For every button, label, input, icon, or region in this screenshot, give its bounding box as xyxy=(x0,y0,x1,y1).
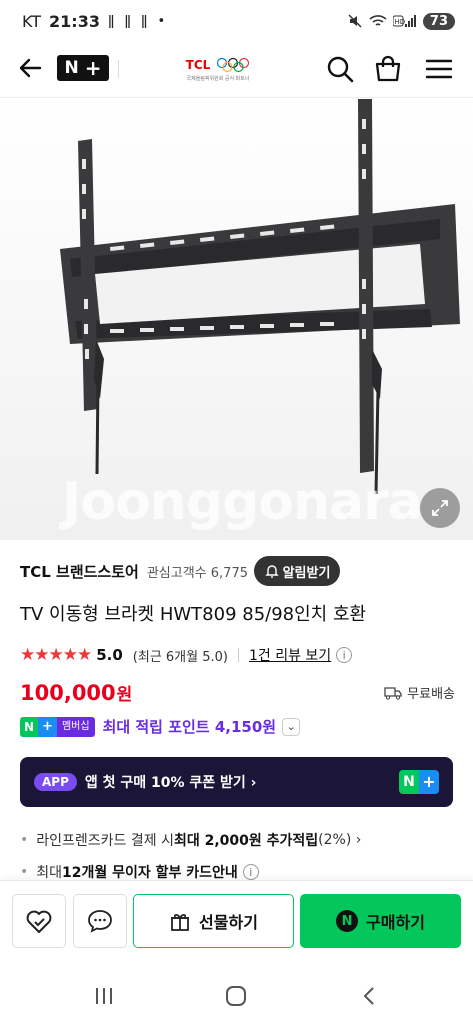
shopping-bag-icon[interactable] xyxy=(373,54,403,84)
naver-plus-app-logo: N + xyxy=(399,770,439,794)
membership-badge-plus: + xyxy=(38,716,57,737)
notify-button[interactable]: 알림받기 xyxy=(254,556,340,586)
rating-divider xyxy=(237,648,239,662)
mute-icon xyxy=(348,14,362,28)
back-arrow-icon[interactable] xyxy=(16,54,44,82)
chat-bubble-icon xyxy=(88,910,112,933)
followers-label: 관심고객수 6,775 xyxy=(147,562,248,581)
store-row: TCL 브랜드스토어 관심고객수 6,775 알림받기 xyxy=(20,556,460,586)
naver-plus-logo[interactable]: N + xyxy=(57,55,109,81)
price-currency: 원 xyxy=(116,685,133,705)
recent-apps-button[interactable] xyxy=(90,982,118,1010)
info-icon[interactable]: i xyxy=(336,647,353,663)
clock: 21:33 xyxy=(49,11,100,31)
watermark-text: Joonggonara xyxy=(62,472,423,532)
app-pill: APP xyxy=(34,773,77,791)
card-benefit-bold: 최대 2,000원 추가적립 xyxy=(173,833,319,849)
followers-count: 6,775 xyxy=(210,565,248,581)
installment-bold: 12개월 무이자 할부 카드안내 xyxy=(62,865,238,881)
brand-logo-text: TCL xyxy=(185,57,211,72)
system-nav-bar xyxy=(0,962,473,1024)
hamburger-menu-icon[interactable] xyxy=(424,54,454,84)
tcl-brand-logo[interactable]: TCL 국제올림픽위원회 공식 파트너 xyxy=(178,52,258,86)
gift-button[interactable]: 선물하기 xyxy=(133,894,294,948)
home-icon xyxy=(226,986,246,1006)
app-logo-n: N xyxy=(399,770,419,794)
card-benefit-pre: 라인프렌즈카드 결제 시 xyxy=(36,833,174,849)
recent-rating: (최근 6개월 5.0) xyxy=(132,649,228,665)
rating-row: ★★★★★ 5.0 (최근 6개월 5.0) 1건 리뷰 보기 i xyxy=(20,645,460,665)
star-rating-icons: ★★★★★ xyxy=(20,645,92,665)
product-title: TV 이동형 브라켓 HWT809 85/98인치 호환 xyxy=(20,604,367,625)
installment-benefit-item[interactable]: 최대 12개월 무이자 할부 카드안내 i xyxy=(20,862,460,882)
back-chevron-icon xyxy=(363,987,374,1005)
notify-button-label: 알림받기 xyxy=(282,565,331,581)
back-button[interactable] xyxy=(355,982,383,1010)
bell-plus-icon xyxy=(264,565,279,578)
shipping-info: 무료배송 xyxy=(384,683,455,702)
store-name-link[interactable]: TCL 브랜드스토어 xyxy=(20,561,139,582)
recent-apps-icon xyxy=(96,988,112,1004)
price-row: 100,000 원 무료배송 xyxy=(20,680,455,706)
battery-indicator: 73 xyxy=(422,12,455,30)
buy-button[interactable]: N 구매하기 xyxy=(300,894,461,948)
chevron-down-icon[interactable]: ⌄ xyxy=(282,717,301,736)
carrier-label: KT xyxy=(22,11,42,31)
svg-text:HD: HD xyxy=(394,18,405,26)
app-logo-plus: + xyxy=(419,770,439,794)
membership-badge: N + 멤버십 xyxy=(20,716,95,737)
truck-icon xyxy=(384,686,402,700)
nplus-plus: + xyxy=(84,56,102,80)
notification-icons: ǁ ǁ ǁ • xyxy=(107,13,169,29)
bottom-action-bar: 선물하기 N 구매하기 xyxy=(0,880,473,962)
gift-icon xyxy=(171,913,190,931)
gift-button-label: 선물하기 xyxy=(199,913,258,932)
buy-button-label: 구매하기 xyxy=(366,913,425,932)
shipping-label: 무료배송 xyxy=(407,687,455,702)
header-divider xyxy=(118,60,119,78)
rating-score: 5.0 xyxy=(96,646,123,664)
app-coupon-banner[interactable]: APP 앱 첫 구매 10% 쿠폰 받기 › N + xyxy=(20,757,453,807)
olympic-rings-icon xyxy=(217,57,250,72)
app-coupon-text: 앱 첫 구매 10% 쿠폰 받기 › xyxy=(84,775,257,791)
card-benefit-post: (2%) › xyxy=(318,832,362,848)
price-value: 100,000 xyxy=(20,680,116,705)
review-link[interactable]: 1건 리뷰 보기 xyxy=(249,645,331,665)
followers-text: 관심고객수 xyxy=(146,565,207,581)
installment-info-icon[interactable]: i xyxy=(242,864,259,880)
top-header: N + TCL 국제올림픽위원회 공식 파트너 xyxy=(0,42,473,98)
wishlist-button[interactable] xyxy=(12,894,66,948)
expand-image-button[interactable] xyxy=(420,488,460,528)
expand-icon xyxy=(432,500,448,516)
membership-badge-n: N xyxy=(20,716,39,737)
status-bar: KT 21:33 ǁ ǁ ǁ • HD 73 xyxy=(0,0,473,42)
brand-logo-subtitle: 국제올림픽위원회 공식 파트너 xyxy=(186,75,250,82)
home-button[interactable] xyxy=(222,982,250,1010)
heart-check-icon xyxy=(26,910,52,933)
chat-button[interactable] xyxy=(73,894,127,948)
membership-points-row[interactable]: N + 멤버십 최대 적립 포인트 4,150원 ⌄ xyxy=(20,716,455,737)
max-points-text: 최대 적립 포인트 4,150원 xyxy=(102,718,277,736)
membership-badge-text: 멤버십 xyxy=(56,716,95,737)
wifi-icon xyxy=(369,15,387,26)
search-icon[interactable] xyxy=(325,54,355,84)
nplus-n: N xyxy=(64,58,79,78)
naver-pay-icon: N xyxy=(336,910,359,932)
installment-pre: 최대 xyxy=(36,865,63,881)
card-benefit-item[interactable]: 라인프렌즈카드 결제 시 최대 2,000원 추가적립 (2%) › xyxy=(20,830,460,850)
hd-signal-icon: HD xyxy=(392,15,416,27)
